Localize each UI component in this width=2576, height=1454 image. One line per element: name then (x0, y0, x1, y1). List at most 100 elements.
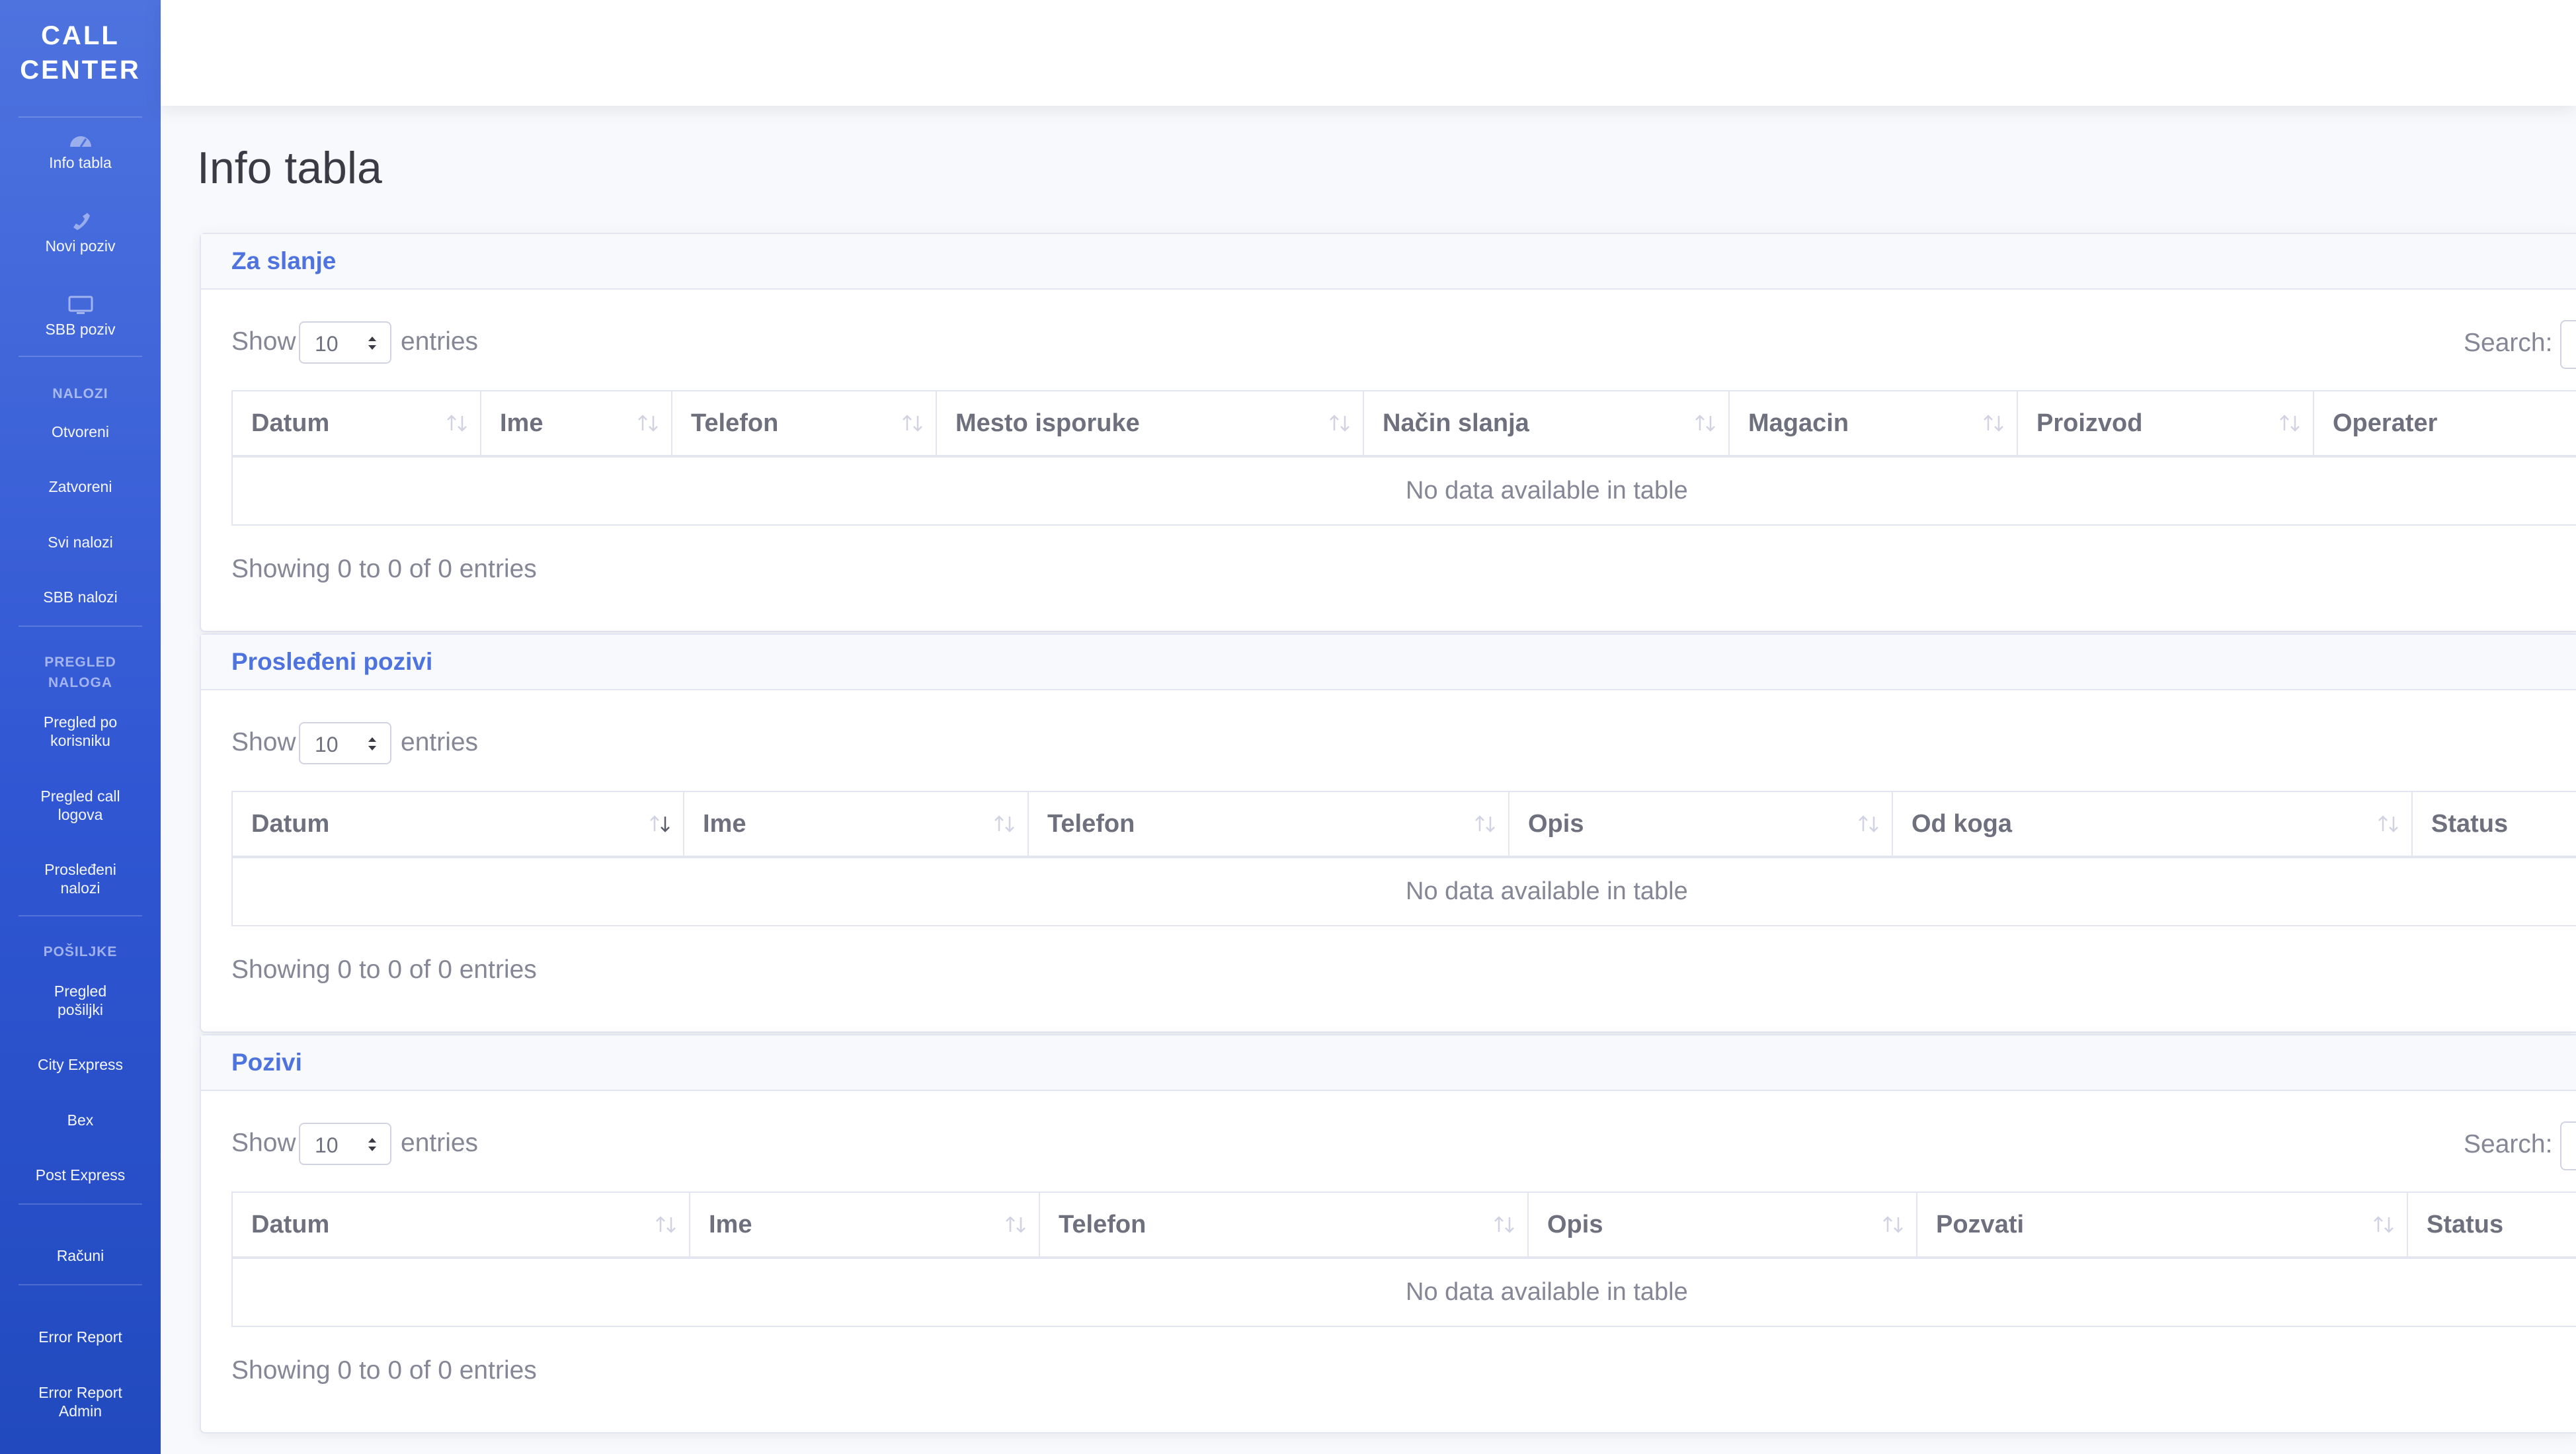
table-row: No data available in table (231, 856, 2576, 926)
sidebar-item-info-tabla[interactable]: Info tabla (0, 130, 161, 172)
card-header: Prosleđeni pozivi (201, 635, 2576, 690)
select-caret-icon (368, 1138, 376, 1151)
sidebar-item-otvoreni[interactable]: Otvoreni (0, 423, 161, 441)
phone-icon (73, 213, 90, 230)
sidebar-item-svi-nalozi[interactable]: Svi nalozi (0, 533, 161, 551)
sidebar-item-label-2: nalozi (60, 879, 101, 897)
sort-icon (447, 415, 467, 432)
search-input[interactable] (2560, 1121, 2576, 1170)
sidebar-item-sbb-poziv[interactable]: SBB poziv (0, 295, 161, 339)
page-length-select[interactable]: 10 (299, 1123, 391, 1165)
sidebar-item-label: SBB poziv (45, 321, 116, 338)
sidebar-item-prosledeni-nalozi[interactable]: Prosleđeni nalozi (0, 860, 161, 897)
col-header-status[interactable]: Status (2407, 1191, 2576, 1259)
sort-icon (1006, 1216, 1026, 1233)
sort-icon (994, 815, 1014, 832)
col-header-proizvod[interactable]: Proizvod (2017, 390, 2314, 458)
sidebar-item-error-report[interactable]: Error Report (0, 1328, 161, 1346)
sidebar-heading-posiljke: POŠILJKE (43, 944, 118, 959)
col-header-telefon[interactable]: Telefon (1027, 791, 1509, 858)
sidebar-item-label-2: korisniku (50, 732, 110, 749)
col-header-opis[interactable]: Opis (1527, 1191, 1917, 1259)
sidebar-item-error-report-admin[interactable]: Error Report Admin (0, 1383, 161, 1420)
col-header-ime[interactable]: Ime (689, 1191, 1040, 1259)
col-header-magacin[interactable]: Magacin (1728, 390, 2018, 458)
gauge-icon (69, 136, 91, 147)
sidebar-item-label-2: logova (58, 806, 103, 823)
heading-line-1: PREGLED (44, 655, 116, 670)
sort-icon (1494, 1216, 1514, 1233)
empty-table-message: No data available in table (231, 856, 2576, 926)
sidebar-item-label-2: Admin (58, 1402, 102, 1420)
sidebar-item-label: Info tabla (49, 154, 112, 171)
select-caret-icon (368, 337, 376, 350)
sort-icon (638, 415, 658, 432)
sidebar-item-pregled-po-korisniku[interactable]: Pregled po korisniku (0, 713, 161, 750)
sort-icon (1695, 415, 1715, 432)
page-length-value: 10 (315, 1133, 339, 1157)
card-header: Za slanje (201, 234, 2576, 290)
length-show-label: Show (231, 327, 296, 356)
length-entries-label: entries (401, 728, 479, 756)
search-input[interactable] (2560, 320, 2576, 369)
col-header-pozvati[interactable]: Pozvati (1916, 1191, 2408, 1259)
card-title: Pozivi (231, 1049, 302, 1076)
col-header-telefon[interactable]: Telefon (1039, 1191, 1529, 1259)
sidebar-item-novi-poziv[interactable]: Novi poziv (0, 210, 161, 255)
sidebar-item-post-express[interactable]: Post Express (0, 1166, 161, 1184)
card-pozivi: Pozivi Show 10 entries Search: Datum Ime… (200, 1034, 2576, 1434)
sidebar-item-label-1: Error Report (38, 1384, 122, 1401)
empty-table-message: No data available in table (231, 1257, 2576, 1327)
sidebar-item-label-1: Pregled po (43, 713, 118, 731)
brand-line-1: CALL (41, 21, 120, 50)
sidebar-divider (19, 626, 142, 627)
col-header-ime[interactable]: Ime (480, 390, 672, 458)
page-length-select[interactable]: 10 (299, 722, 391, 764)
col-header-od-koga[interactable]: Od koga (1892, 791, 2413, 858)
sort-icon (1859, 815, 1878, 832)
table-row: No data available in table (231, 456, 2576, 526)
sidebar-divider (19, 915, 142, 916)
col-header-opis[interactable]: Opis (1508, 791, 1893, 858)
table-info: Showing 0 to 0 of 0 entries (231, 1356, 537, 1385)
col-header-datum[interactable]: Datum (231, 791, 684, 858)
topbar (161, 0, 2576, 106)
col-header-status[interactable]: Status (2411, 791, 2576, 858)
sort-icon (2280, 415, 2300, 432)
card-title: Prosleđeni pozivi (231, 648, 433, 675)
sidebar-item-label-1: Pregled (54, 983, 107, 1000)
table-info: Showing 0 to 0 of 0 entries (231, 955, 537, 984)
sidebar-item-zatvoreni[interactable]: Zatvoreni (0, 477, 161, 496)
sort-desc-icon (650, 815, 670, 832)
page-length-select[interactable]: 10 (299, 321, 391, 364)
sidebar-item-bex[interactable]: Bex (0, 1111, 161, 1129)
col-header-nacin-slanja[interactable]: Način slanja (1363, 390, 1730, 458)
page-length-value: 10 (315, 733, 339, 756)
sidebar-heading-nalozi: NALOZI (52, 386, 108, 401)
sort-icon (1475, 815, 1495, 832)
sidebar-item-label-1: Prosleđeni (44, 861, 116, 878)
sidebar-item-city-express[interactable]: City Express (0, 1055, 161, 1074)
col-header-datum[interactable]: Datum (231, 390, 481, 458)
sidebar-item-sbb-nalozi[interactable]: SBB nalozi (0, 588, 161, 606)
brand-logo[interactable]: CALL CENTER (0, 19, 161, 87)
col-header-mesto-isporuke[interactable]: Mesto isporuke (936, 390, 1364, 458)
length-entries-label: entries (401, 327, 479, 356)
col-header-datum[interactable]: Datum (231, 1191, 690, 1259)
sidebar: CALL CENTER Info tabla Novi poziv SBB po… (0, 0, 161, 1454)
sidebar-item-pregled-call-logova[interactable]: Pregled call logova (0, 787, 161, 824)
empty-table-message: No data available in table (231, 456, 2576, 526)
table-info: Showing 0 to 0 of 0 entries (231, 555, 537, 583)
sidebar-item-pregled-posiljki[interactable]: Pregled pošiljki (0, 982, 161, 1019)
sort-icon (1330, 415, 1349, 432)
search-label: Search: (2464, 1130, 2553, 1158)
brand-line-2: CENTER (20, 56, 141, 85)
col-header-operater[interactable]: Operater (2313, 390, 2576, 458)
col-header-telefon[interactable]: Telefon (671, 390, 937, 458)
sidebar-divider (19, 116, 142, 118)
length-entries-label: entries (401, 1129, 479, 1157)
sidebar-item-racuni[interactable]: Računi (0, 1246, 161, 1265)
page-title: Info tabla (197, 143, 382, 193)
col-header-ime[interactable]: Ime (683, 791, 1029, 858)
data-table: Datum Ime Telefon Mesto isporuke Način s… (231, 390, 2576, 526)
